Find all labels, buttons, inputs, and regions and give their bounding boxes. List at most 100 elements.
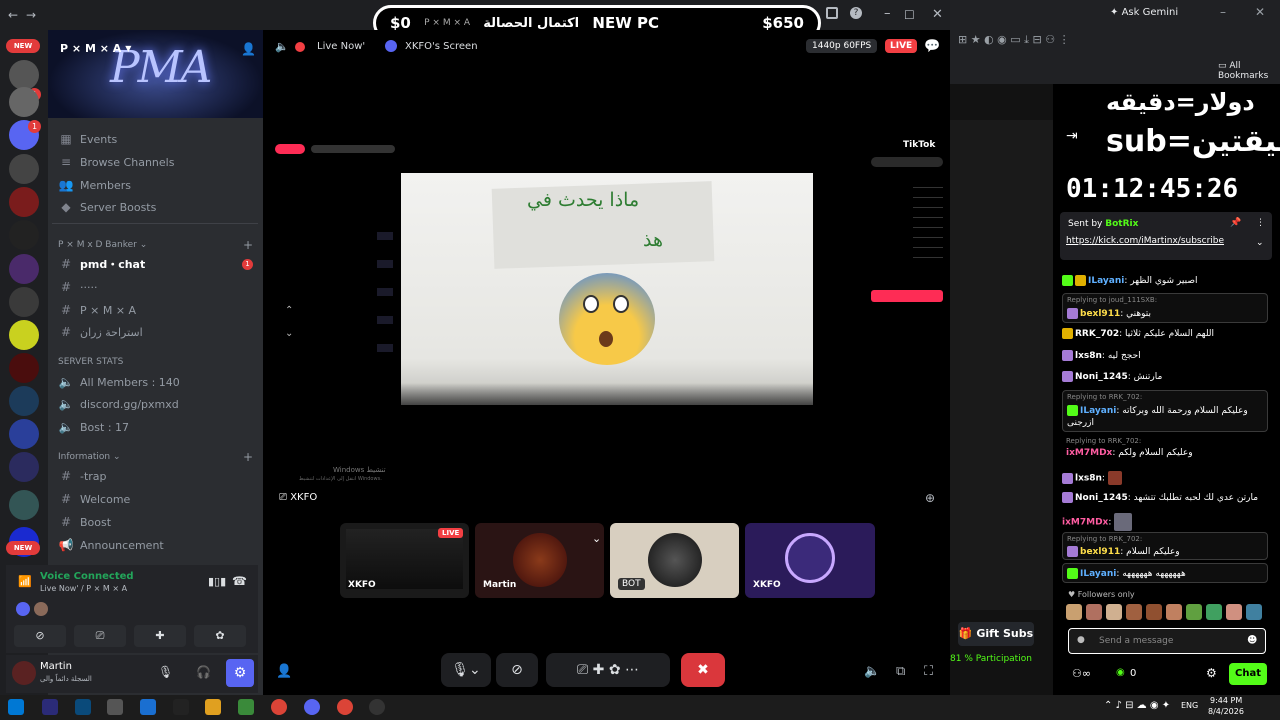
chat-user[interactable]: ILayani <box>1080 569 1116 579</box>
channel-welcome[interactable]: # Welcome <box>58 489 258 509</box>
bookmarks-folder[interactable]: ▭ All Bookmarks <box>1218 61 1280 81</box>
menu-item-members[interactable]: 👥 Members <box>58 175 258 195</box>
chat-send-button[interactable]: Chat <box>1229 663 1267 685</box>
chat-user[interactable]: lxs8n <box>1075 474 1102 484</box>
collapse-chat-icon[interactable]: ⇥ <box>1066 128 1078 144</box>
app-icon[interactable] <box>75 699 91 715</box>
channel-trap[interactable]: # -trap <box>58 466 258 486</box>
avatar[interactable] <box>12 661 36 685</box>
leave-call-button[interactable]: ✖ <box>681 653 725 687</box>
chat-user[interactable]: Noni_1245 <box>1075 493 1128 503</box>
video-frame[interactable]: ماذا يحدث في هذ <box>401 173 813 405</box>
participant-tile[interactable]: BOT <box>610 523 739 598</box>
chevron-down-icon[interactable]: ⌄ <box>1256 238 1264 248</box>
chat-user[interactable]: lxs8n <box>1075 351 1102 361</box>
add-channel-icon[interactable]: + <box>243 450 253 464</box>
emoji-icon[interactable]: ☻ <box>1247 635 1257 646</box>
collapse-icon[interactable]: ⌄ <box>592 532 601 545</box>
settings-gear-icon[interactable]: ⚙ <box>226 659 254 687</box>
subscribe-link[interactable]: https://kick.com/iMartinx/subscribe <box>1066 236 1224 246</box>
activities-button[interactable]: ✚ <box>134 625 186 647</box>
voice-status[interactable]: Voice Connected <box>40 571 134 582</box>
chat-user[interactable]: Noni_1245 <box>1075 372 1128 382</box>
tiktok-search-box[interactable] <box>871 157 943 167</box>
zoom-icon[interactable]: ⊕ <box>925 491 935 505</box>
server-header[interactable]: P × M × A ▼ <box>60 42 131 55</box>
tiktok-search[interactable] <box>311 145 395 153</box>
camera-button[interactable]: ⊘ <box>496 653 538 687</box>
minimize-icon[interactable]: – <box>884 6 891 21</box>
camera-off-button[interactable]: ⊘ <box>14 625 66 647</box>
channel-pxmxa[interactable]: # P × M × A <box>58 300 258 320</box>
app-icon[interactable] <box>173 699 189 715</box>
emote-row[interactable] <box>1066 604 1266 622</box>
soundboard-button[interactable]: ✿ <box>194 625 246 647</box>
headphones-icon[interactable]: 🎧 <box>196 665 211 679</box>
chrome-icon[interactable] <box>271 699 287 715</box>
invite-icon[interactable]: 👤 <box>276 664 292 679</box>
gift-subs-button[interactable]: 🎁 Gift Subs <box>958 622 1034 646</box>
volume-icon[interactable]: 🔈 <box>864 664 880 679</box>
server-icon[interactable] <box>9 87 39 117</box>
language-indicator[interactable]: ENG <box>1181 701 1198 710</box>
forward-arrow-icon[interactable]: → <box>26 8 36 22</box>
server-icon[interactable] <box>9 154 39 184</box>
channel-announcement[interactable]: 📢 Announcement <box>58 535 258 555</box>
server-icon[interactable] <box>9 490 39 520</box>
disconnect-icon[interactable]: ☎ <box>232 574 247 588</box>
screen-share-button[interactable]: ⎚ <box>74 625 126 647</box>
participant-tile[interactable]: Martin <box>475 523 604 598</box>
app-icon[interactable] <box>140 699 156 715</box>
clock-time[interactable]: 9:44 PM <box>1210 696 1242 705</box>
server-icon[interactable] <box>9 353 39 383</box>
folder-icon[interactable] <box>205 699 221 715</box>
chat-user[interactable]: ILayani <box>1088 276 1124 286</box>
chat-bubble-icon[interactable]: 💬 <box>924 39 940 54</box>
stat-invite[interactable]: 🔈 discord.gg/pxmxd <box>58 394 258 414</box>
chat-user[interactable]: ixM7MDx <box>1062 518 1108 528</box>
channel-pmd-chat[interactable]: # pmd・chat 1 <box>58 254 258 274</box>
speaker-icon[interactable]: 🔈 <box>275 40 289 53</box>
server-icon[interactable] <box>9 254 39 284</box>
back-arrow-icon[interactable]: ← <box>8 8 18 22</box>
server-icon[interactable] <box>9 287 39 317</box>
app-icon[interactable] <box>42 699 58 715</box>
menu-item-boosts[interactable]: ◆ Server Boosts <box>58 197 258 217</box>
chat-user[interactable]: RRK_702 <box>1075 329 1119 339</box>
help-icon[interactable]: ? <box>850 7 862 19</box>
chrome-icon[interactable] <box>337 699 353 715</box>
microphone-icon[interactable]: 🎙 <box>158 665 173 679</box>
menu-item-events[interactable]: ▦ Events <box>58 129 258 149</box>
chat-input[interactable]: ● Send a message ☻ <box>1068 628 1266 654</box>
chat-user[interactable]: bexl911 <box>1080 547 1120 557</box>
obs-icon[interactable] <box>369 699 385 715</box>
maximize-icon[interactable]: ☐ <box>904 8 915 22</box>
start-icon[interactable] <box>8 699 24 715</box>
server-icon[interactable] <box>9 220 39 250</box>
app-icon[interactable] <box>107 699 123 715</box>
browser-tab[interactable]: ✦ Ask Gemini <box>1110 7 1178 18</box>
category-header[interactable]: SERVER STATS <box>58 357 123 367</box>
inbox-icon[interactable] <box>826 7 838 19</box>
users-icon[interactable]: ⚇∞ <box>1072 667 1091 680</box>
microphone-button[interactable]: 🎙⌄ <box>441 653 491 687</box>
settings-gear-icon[interactable]: ⚙ <box>1206 666 1217 680</box>
add-channel-icon[interactable]: + <box>243 238 253 252</box>
category-header[interactable]: Information ⌄ <box>58 452 121 462</box>
server-icon[interactable] <box>9 60 39 90</box>
more-icon[interactable]: ⋮ <box>1256 218 1265 228</box>
channel-rest[interactable]: # استراحة زران <box>58 322 258 342</box>
extensions-bar[interactable]: ⊞ ★ ◐ ◉ ▭ ⤓ ⊟ ⚇ ⋮ <box>958 33 1272 51</box>
pin-icon[interactable]: 📌 <box>1230 218 1241 228</box>
stat-boost[interactable]: 🔈 Bost : 17 <box>58 417 258 437</box>
add-member-icon[interactable]: 👤 <box>241 42 256 56</box>
tiktok-login-button[interactable] <box>871 290 943 302</box>
category-header[interactable]: P × M x D Banker ⌄ <box>58 240 147 250</box>
fullscreen-icon[interactable]: ⛶ <box>924 664 933 679</box>
activity-buttons[interactable]: ⎚ ✚ ✿ ⋯ <box>546 653 670 687</box>
chevron-down-icon[interactable]: ⌄ <box>285 328 293 339</box>
chat-user[interactable]: ixM7MDx <box>1066 448 1112 458</box>
app-icon[interactable] <box>238 699 254 715</box>
stat-members[interactable]: 🔈 All Members : 140 <box>58 372 258 392</box>
discord-icon[interactable] <box>304 699 320 715</box>
